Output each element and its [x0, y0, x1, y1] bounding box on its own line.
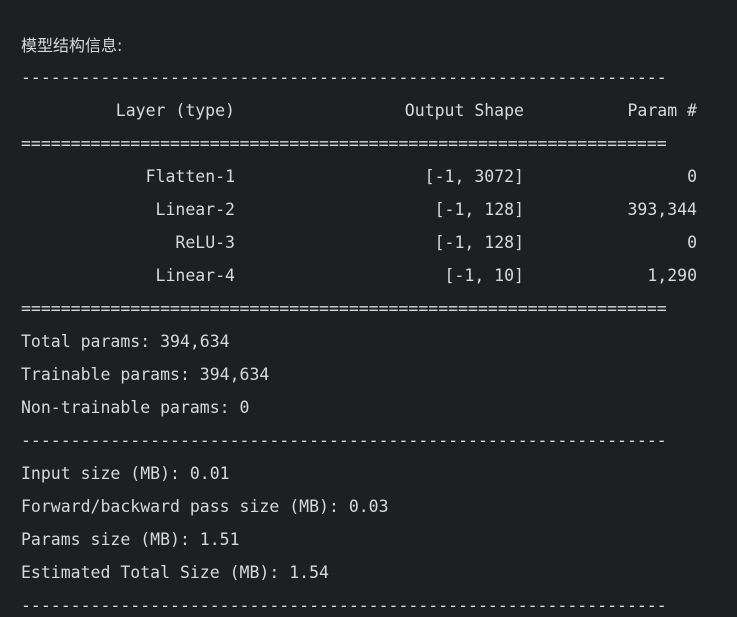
table-row: Linear-4 [-1, 10] 1,290	[21, 264, 711, 288]
row-param: 1,290	[647, 266, 697, 285]
separator-equals: ========================================…	[21, 134, 667, 153]
table-row: Linear-2 [-1, 128] 393,344	[21, 198, 711, 222]
table-row: Flatten-1 [-1, 3072] 0	[21, 165, 711, 189]
estimated-total-size: Estimated Total Size (MB): 1.54	[21, 563, 329, 582]
non-trainable-params: Non-trainable params: 0	[21, 398, 250, 417]
total-params: Total params: 394,634	[21, 332, 230, 351]
separator-dash: ----------------------------------------…	[21, 431, 667, 450]
pass-size: Forward/backward pass size (MB): 0.03	[21, 497, 389, 516]
separator-dash: ----------------------------------------…	[21, 68, 667, 87]
row-param: 393,344	[627, 200, 697, 219]
model-summary-output: 模型结构信息: --------------------------------…	[0, 0, 737, 617]
table-header: Layer (type) Output Shape Param #	[21, 99, 711, 123]
row-param: 0	[687, 167, 697, 186]
summary-title: 模型结构信息:	[21, 36, 123, 55]
separator-dash: ----------------------------------------…	[21, 596, 667, 615]
header-param-count: Param #	[627, 101, 697, 120]
separator-equals: ========================================…	[21, 299, 667, 318]
input-size: Input size (MB): 0.01	[21, 464, 230, 483]
row-param: 0	[687, 233, 697, 252]
trainable-params: Trainable params: 394,634	[21, 365, 270, 384]
table-row: ReLU-3 [-1, 128] 0	[21, 231, 711, 255]
params-size: Params size (MB): 1.51	[21, 530, 240, 549]
